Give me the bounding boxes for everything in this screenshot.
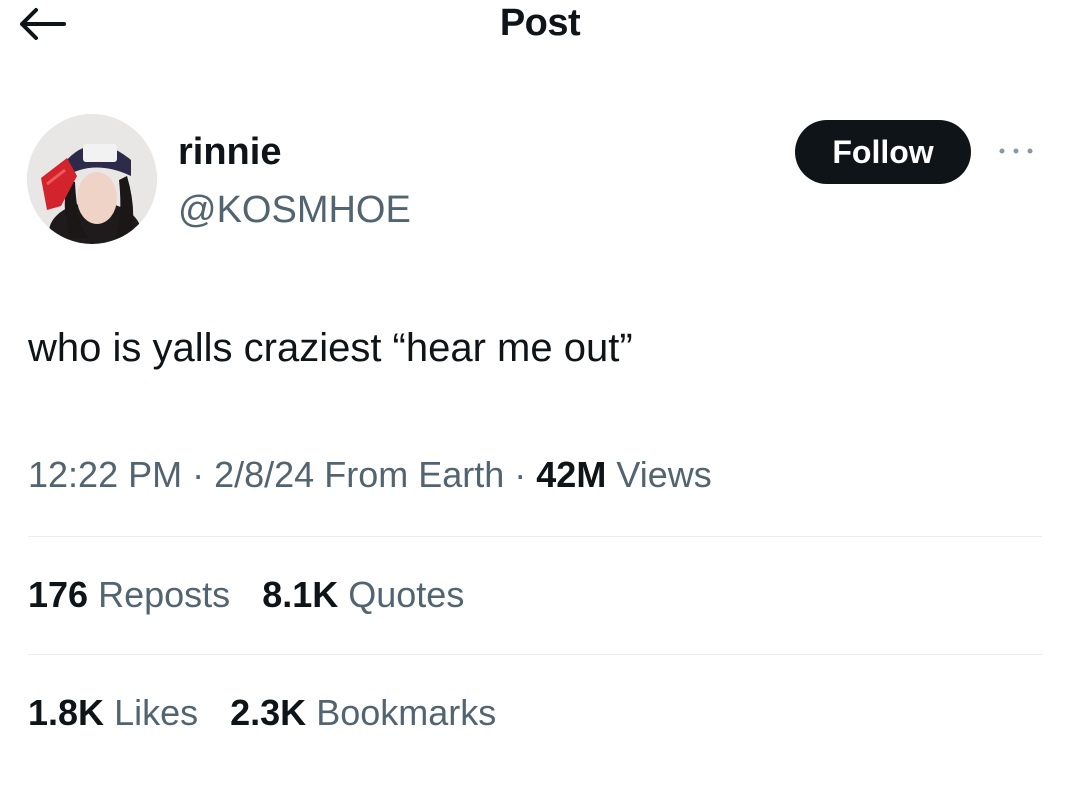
post-time[interactable]: 12:22 PM bbox=[28, 454, 182, 495]
meta-separator: · bbox=[514, 454, 537, 495]
views-label: Views bbox=[616, 454, 712, 495]
reposts-label: Reposts bbox=[98, 574, 231, 615]
views-count: 42M bbox=[536, 454, 607, 495]
likes-count: 1.8K bbox=[28, 692, 105, 733]
top-bar: Post bbox=[0, 0, 1080, 60]
stats-row-saves: 1.8K Likes 2.3K Bookmarks bbox=[28, 690, 518, 736]
display-name[interactable]: rinnie bbox=[178, 130, 281, 174]
post-text: who is yalls craziest “hear me out” bbox=[28, 326, 633, 370]
avatar[interactable] bbox=[27, 114, 157, 244]
author-row: rinnie @KOSMHOE Follow bbox=[0, 108, 1080, 258]
post-location: From Earth bbox=[324, 454, 505, 495]
reposts-stat[interactable]: 176 Reposts bbox=[28, 572, 230, 618]
likes-label: Likes bbox=[114, 692, 199, 733]
reposts-count: 176 bbox=[28, 574, 89, 615]
user-handle[interactable]: @KOSMHOE bbox=[178, 188, 411, 232]
divider bbox=[28, 654, 1042, 655]
avatar-image bbox=[27, 114, 157, 244]
more-horizontal-icon bbox=[999, 148, 1033, 154]
bookmarks-count: 2.3K bbox=[230, 692, 307, 733]
post-date[interactable]: 2/8/24 bbox=[214, 454, 314, 495]
page-title: Post bbox=[499, 2, 581, 44]
meta-separator: · bbox=[192, 454, 215, 495]
quotes-count: 8.1K bbox=[262, 574, 339, 615]
bookmarks-stat[interactable]: 2.3K Bookmarks bbox=[230, 690, 496, 736]
more-options-button[interactable] bbox=[986, 136, 1046, 166]
bookmarks-label: Bookmarks bbox=[316, 692, 497, 733]
quotes-label: Quotes bbox=[348, 574, 465, 615]
stats-row-engagement: 176 Reposts 8.1K Quotes bbox=[28, 572, 486, 618]
likes-stat[interactable]: 1.8K Likes bbox=[28, 690, 198, 736]
follow-button[interactable]: Follow bbox=[795, 120, 971, 184]
divider bbox=[28, 536, 1042, 537]
quotes-stat[interactable]: 8.1K Quotes bbox=[262, 572, 464, 618]
post-meta: 12:22 PM · 2/8/24 From Earth · 42M Views bbox=[28, 452, 712, 498]
